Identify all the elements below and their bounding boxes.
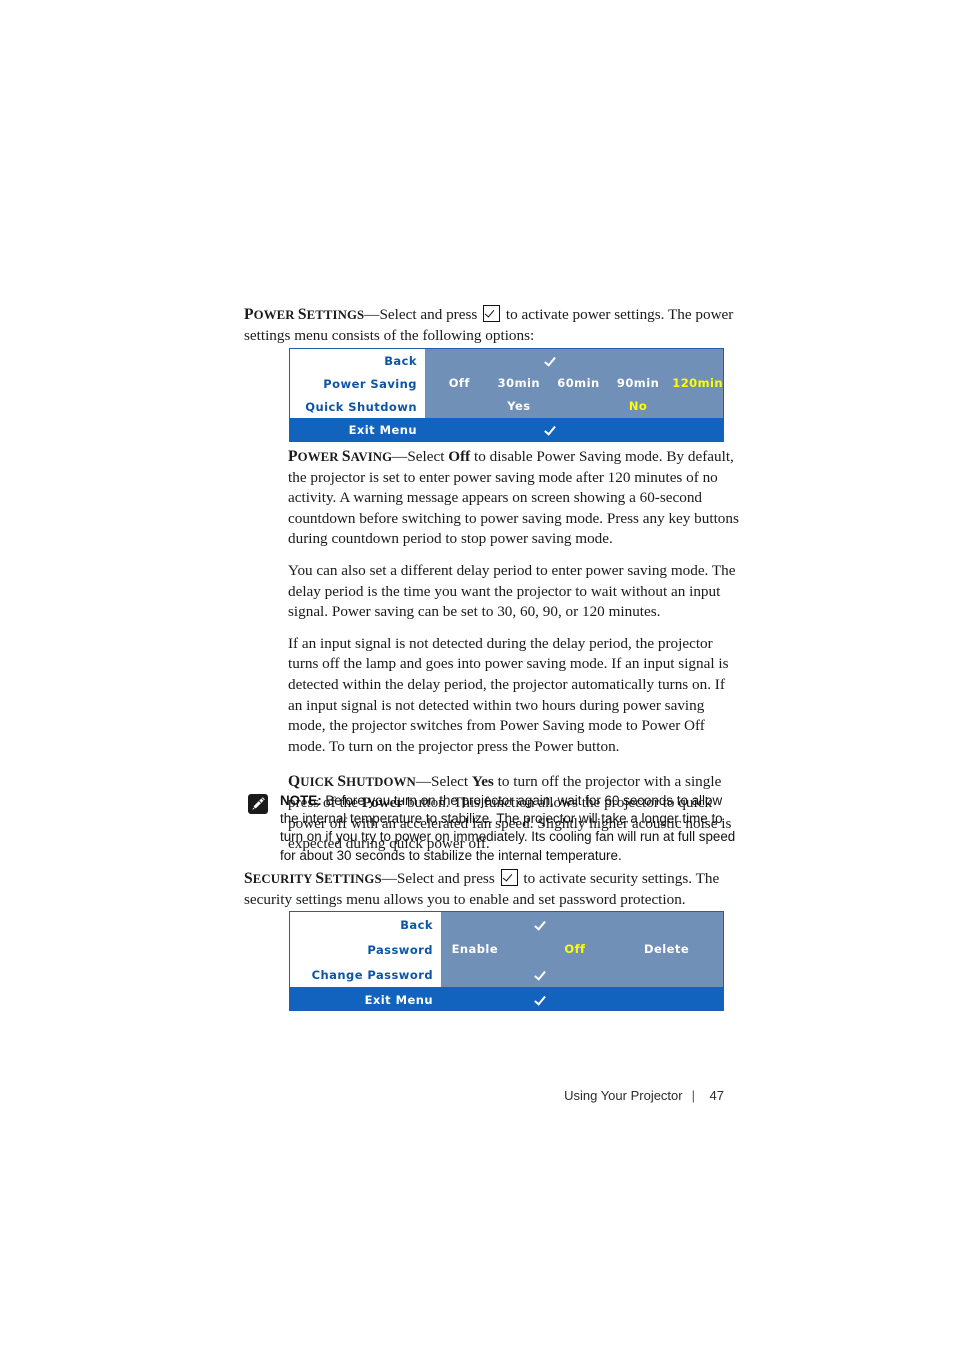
checkbox-check-icon	[500, 869, 518, 886]
osd-option-off-security[interactable]: Off	[564, 942, 585, 956]
osd-exit-label-power: Exit Menu	[348, 422, 417, 437]
quick-shutdown-heading: QUICK SHUTDOWN	[288, 773, 416, 790]
osd-option-60min[interactable]: 60min	[557, 376, 599, 390]
note-body: Before you turn on the projector again, …	[280, 793, 736, 863]
check-icon-change-password[interactable]	[533, 968, 547, 982]
power-settings-intro-before: Select and press	[379, 306, 482, 323]
quick-shutdown-bold-yes: Yes	[471, 773, 494, 791]
power-settings-heading-cap2: S	[297, 306, 307, 323]
osd-option-enable[interactable]: Enable	[452, 942, 498, 956]
note-label: NOTE:	[280, 793, 322, 808]
power-saving-dash: —	[392, 448, 408, 465]
osd-option-delete[interactable]: Delete	[644, 942, 689, 956]
security-settings-section: SECURITY SETTINGS—Select and press to ac…	[244, 869, 744, 910]
osd-values-back-security	[441, 912, 723, 937]
power-settings-osd[interactable]: Back Power Saving Off 30min 60min 90min …	[289, 348, 724, 442]
osd-label-change-password: Change Password	[290, 962, 441, 987]
power-saving-heading-cap: P	[288, 448, 298, 465]
osd-values-quick-shutdown: Yes No	[425, 395, 723, 418]
page-footer: Using Your Projector | 47	[244, 1088, 724, 1103]
power-saving-paragraph-2: You can also set a different delay perio…	[288, 561, 736, 621]
osd-values-password: Enable Off Delete	[441, 937, 723, 962]
check-icon-back[interactable]	[543, 354, 557, 368]
security-settings-heading-rest: ECURITY	[252, 872, 316, 886]
power-saving-p1-a: Select	[407, 448, 449, 465]
osd-option-90min[interactable]: 90min	[617, 376, 659, 390]
osd-label-quick-shutdown: Quick Shutdown	[290, 395, 425, 418]
note-pencil-icon	[248, 794, 268, 814]
security-settings-heading-paragraph: SECURITY SETTINGS—Select and press to ac…	[244, 869, 744, 910]
osd-exit-rest-security	[441, 987, 723, 1010]
osd-values-power-saving: Off 30min 60min 90min 120min	[425, 372, 723, 395]
security-settings-osd[interactable]: Back Password Enable Off Delete Change P…	[289, 911, 724, 1011]
osd-option-120min[interactable]: 120min	[672, 376, 723, 390]
quick-shutdown-heading-cap: Q	[288, 773, 301, 791]
power-saving-paragraph-1: POWER SAVING—Select Off to disable Power…	[288, 447, 740, 550]
osd-label-password: Password	[290, 937, 441, 962]
power-saving-p1-bold-off: Off	[448, 448, 471, 465]
power-settings-heading-rest: OWER	[253, 308, 298, 322]
power-saving-heading-rest: OWER	[297, 450, 342, 464]
check-icon-exit-power[interactable]	[543, 423, 557, 437]
power-saving-paragraph-3: If an input signal is not detected durin…	[288, 634, 729, 755]
osd-exit-menu-security[interactable]: Exit Menu	[290, 987, 723, 1010]
check-icon-back-security[interactable]	[533, 918, 547, 932]
content-column: POWER SETTINGS—Select and press to activ…	[244, 305, 744, 346]
security-settings-heading-rest2: ETTINGS	[324, 872, 382, 886]
power-settings-heading: POWER SETTINGS	[244, 306, 364, 323]
power-settings-heading-rest2: ETTINGS	[306, 308, 365, 322]
security-settings-heading: SECURITY SETTINGS	[244, 870, 382, 887]
osd-values-back	[425, 349, 723, 372]
osd-option-no[interactable]: No	[629, 399, 647, 413]
osd-option-yes[interactable]: Yes	[507, 399, 530, 413]
osd-exit-menu-power[interactable]: Exit Menu	[290, 418, 723, 441]
security-settings-heading-cap2: S	[315, 870, 325, 887]
security-settings-intro-before: Select and press	[396, 870, 499, 887]
checkbox-check-icon	[483, 305, 501, 322]
quick-shutdown-heading-rest2: HUTDOWN	[346, 775, 416, 790]
osd-exit-rest-power	[425, 418, 723, 441]
note-block: NOTE: Before you turn on the projector a…	[248, 792, 744, 865]
quick-shutdown-heading-rest: UICK	[300, 775, 338, 790]
security-osd-rows: Back Password Enable Off Delete Change P…	[290, 912, 723, 987]
quick-shutdown-heading-cap2: S	[337, 773, 347, 791]
osd-row-back[interactable]: Back	[290, 349, 723, 372]
osd-row-change-password[interactable]: Change Password	[290, 962, 723, 987]
osd-row-power-saving[interactable]: Power Saving Off 30min 60min 90min 120mi…	[290, 372, 723, 395]
page-number: 47	[709, 1088, 724, 1103]
security-settings-dash: —	[381, 870, 397, 887]
power-osd-rows: Back Power Saving Off 30min 60min 90min …	[290, 349, 723, 418]
footer-separator: |	[691, 1088, 695, 1103]
quick-shutdown-dash: —	[415, 773, 431, 791]
footer-section-title: Using Your Projector	[564, 1088, 683, 1103]
osd-option-off[interactable]: Off	[449, 376, 470, 390]
check-icon-exit-security[interactable]	[533, 993, 547, 1007]
power-settings-heading-cap: P	[244, 306, 254, 323]
document-page: POWER SETTINGS—Select and press to activ…	[0, 0, 954, 1351]
power-saving-heading-cap2: S	[341, 448, 351, 465]
osd-option-30min[interactable]: 30min	[498, 376, 540, 390]
osd-row-back-security[interactable]: Back	[290, 912, 723, 937]
quick-shutdown-a: Select	[431, 773, 472, 791]
security-settings-heading-cap: S	[244, 870, 253, 887]
osd-row-quick-shutdown[interactable]: Quick Shutdown Yes No	[290, 395, 723, 418]
osd-label-back: Back	[290, 349, 425, 372]
note-text: NOTE: Before you turn on the projector a…	[280, 792, 744, 865]
power-saving-heading: POWER SAVING	[288, 448, 392, 465]
osd-label-back-security: Back	[290, 912, 441, 937]
power-settings-heading-paragraph: POWER SETTINGS—Select and press to activ…	[244, 305, 744, 346]
power-saving-heading-rest2: AVING	[350, 450, 393, 464]
osd-values-change-password	[441, 962, 723, 987]
power-settings-dash: —	[364, 306, 380, 323]
osd-exit-label-security: Exit Menu	[364, 992, 433, 1007]
osd-label-power-saving: Power Saving	[290, 372, 425, 395]
osd-row-password[interactable]: Password Enable Off Delete	[290, 937, 723, 962]
